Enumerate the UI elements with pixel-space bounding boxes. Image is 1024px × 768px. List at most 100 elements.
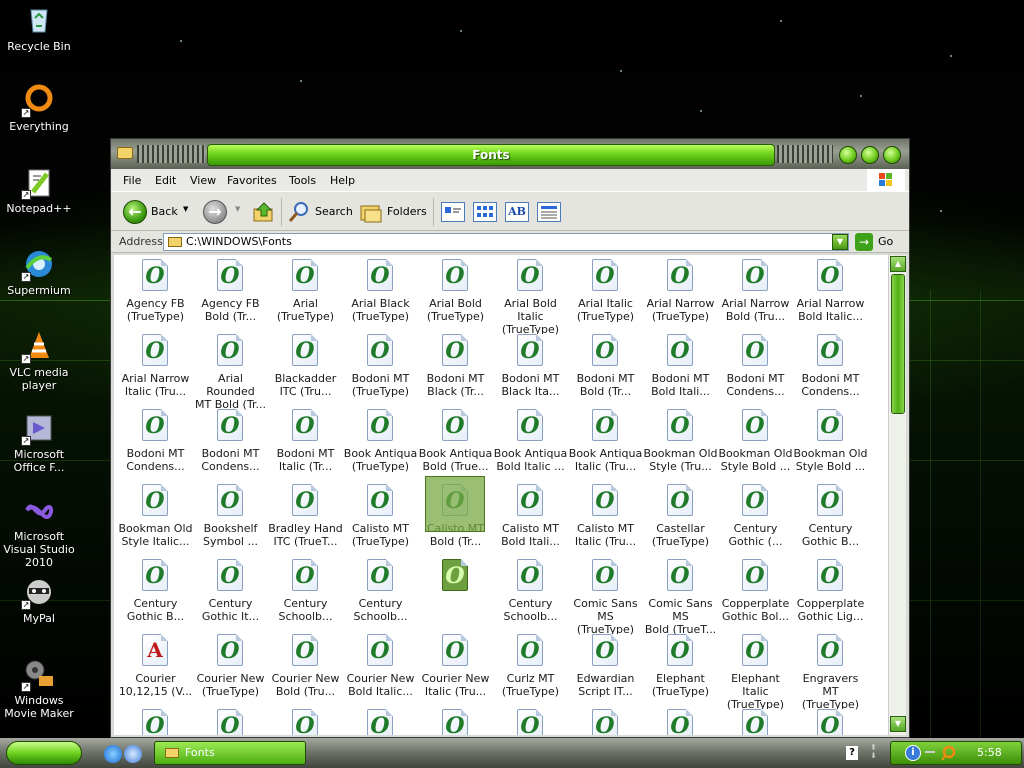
font-file-item[interactable]: O Century Schoolb... (343, 557, 418, 632)
font-file-item[interactable]: O Arial Bold (TrueType) (418, 257, 493, 332)
desktop-icon-everything[interactable]: ↗ Everything (0, 84, 78, 133)
font-file-item[interactable]: O (643, 707, 718, 735)
font-file-item[interactable]: O Arial Narrow Bold (Tru... (718, 257, 793, 332)
font-file-item[interactable]: O Bodoni MT Black Ita... (493, 332, 568, 407)
font-file-item[interactable]: O Courier New Bold (Tru... (268, 632, 343, 707)
view-details-button[interactable] (537, 202, 561, 222)
font-file-item[interactable]: O Bodoni MT Condens... (718, 332, 793, 407)
font-file-item[interactable]: O Comic Sans MS Bold (TrueT... (643, 557, 718, 636)
font-file-item[interactable]: O Bookman Old Style Italic... (118, 482, 193, 557)
font-file-item[interactable]: O Bodoni MT (TrueType) (343, 332, 418, 407)
minimize-button[interactable] (839, 146, 857, 164)
view-list-button[interactable] (473, 202, 497, 222)
taskbar-item-fonts[interactable]: Fonts (154, 741, 306, 765)
font-file-item[interactable]: O Century Gothic B... (793, 482, 868, 557)
font-file-item[interactable]: O Arial (TrueType) (268, 257, 343, 332)
font-file-item[interactable]: O Copperplate Gothic Lig... (793, 557, 868, 632)
font-file-item[interactable]: O (568, 707, 643, 735)
scroll-thumb[interactable] (891, 274, 905, 414)
menu-help[interactable]: Help (330, 174, 355, 187)
font-file-item[interactable]: O Blackadder ITC (Tru... (268, 332, 343, 407)
font-file-item[interactable]: O (193, 707, 268, 735)
address-dropdown-icon[interactable]: ▼ (832, 234, 848, 250)
font-file-item[interactable]: O Bodoni MT Italic (Tr... (268, 407, 343, 482)
font-file-item[interactable]: O Bookman Old Style Bold ... (793, 407, 868, 482)
address-field[interactable]: C:\WINDOWS\Fonts (163, 233, 849, 251)
font-file-item[interactable]: O (418, 707, 493, 735)
font-file-item[interactable]: O Elephant (TrueType) (643, 632, 718, 707)
font-file-item[interactable]: O Arial Narrow (TrueType) (643, 257, 718, 332)
go-button-label[interactable]: Go (878, 235, 893, 248)
font-file-item[interactable]: O Arial Narrow Bold Italic... (793, 257, 868, 332)
font-file-item[interactable]: O (718, 707, 793, 735)
font-file-item[interactable]: O Arial Bold Italic (TrueType) (493, 257, 568, 336)
tray-chevron-icon[interactable]: ⇞ ⇟ (870, 744, 877, 760)
font-file-item[interactable]: O (493, 707, 568, 735)
desktop-icon-movie-maker[interactable]: ↗ Windows Movie Maker (0, 658, 78, 720)
font-file-item[interactable]: O Bookman Old Style (Tru... (643, 407, 718, 482)
maximize-button[interactable] (861, 146, 879, 164)
menu-view[interactable]: View (190, 174, 216, 187)
font-file-item[interactable]: O (118, 707, 193, 735)
internet-explorer-icon[interactable] (104, 745, 122, 763)
font-file-item[interactable]: O Calisto MT Italic (Tru... (568, 482, 643, 557)
desktop-icon-notepad-plus-plus[interactable]: ↗ Notepad++ (0, 166, 78, 215)
view-large-icons-button[interactable] (441, 202, 465, 222)
font-file-item[interactable]: O Arial Black (TrueType) (343, 257, 418, 332)
desktop-icon-supermium[interactable]: ↗ Supermium (0, 248, 78, 297)
vertical-scrollbar[interactable]: ▲ ▼ (888, 255, 906, 735)
title-bar[interactable]: Fonts (111, 139, 909, 169)
desktop-icon-office[interactable]: ↗ Microsoft Office F... (0, 412, 78, 474)
scroll-down-icon[interactable]: ▼ (890, 716, 906, 732)
help-icon[interactable]: ? (846, 746, 858, 760)
ie-quick-launch-icon[interactable] (124, 745, 142, 763)
close-button[interactable] (883, 146, 901, 164)
font-file-item[interactable]: A Courier 10,12,15 (V... (118, 632, 193, 707)
font-file-item[interactable]: O Bodoni MT Black (Tr... (418, 332, 493, 407)
scroll-up-icon[interactable]: ▲ (890, 256, 906, 272)
font-file-item[interactable]: O Bodoni MT Bold (Tr... (568, 332, 643, 407)
font-file-item[interactable]: O Elephant Italic (TrueType) (718, 632, 793, 711)
font-list-view[interactable]: O Agency FB (TrueType) O Agency FB Bold (Tr..… (114, 255, 888, 735)
font-file-item[interactable]: O Bradley Hand ITC (TrueT... (268, 482, 343, 557)
font-file-item[interactable]: O Engravers MT (TrueType) (793, 632, 868, 711)
font-file-item[interactable]: O Century Schoolb... (493, 557, 568, 632)
view-similarity-button[interactable]: AB (505, 202, 529, 222)
font-file-item[interactable]: O (418, 557, 493, 632)
everything-tray-icon[interactable] (941, 745, 957, 761)
start-button[interactable] (6, 741, 82, 765)
font-file-item[interactable]: O Bodoni MT Condens... (193, 407, 268, 482)
info-icon[interactable]: i (905, 745, 921, 761)
search-button[interactable]: Search (287, 199, 353, 225)
font-file-item[interactable]: O Century Gothic B... (118, 557, 193, 632)
font-file-item[interactable]: O Book Antiqua Bold (True... (418, 407, 493, 482)
font-file-item[interactable]: O Book Antiqua (TrueType) (343, 407, 418, 482)
font-file-item[interactable]: O Courier New Italic (Tru... (418, 632, 493, 707)
font-file-item[interactable]: O Agency FB (TrueType) (118, 257, 193, 332)
font-file-item[interactable]: O Book Antiqua Italic (Tru... (568, 407, 643, 482)
font-file-item[interactable]: O Book Antiqua Bold Italic ... (493, 407, 568, 482)
desktop-icon-vlc[interactable]: ↗ VLC media player (0, 330, 78, 392)
up-folder-button[interactable] (251, 199, 277, 225)
font-file-item[interactable]: O Century Schoolb... (268, 557, 343, 632)
font-file-item[interactable]: O Edwardian Script IT... (568, 632, 643, 707)
menu-file[interactable]: File (123, 174, 141, 187)
desktop-icon-visual-studio[interactable]: Microsoft Visual Studio 2010 (0, 494, 78, 569)
font-file-item[interactable]: O Arial Italic (TrueType) (568, 257, 643, 332)
menu-favorites[interactable]: Favorites (227, 174, 277, 187)
folders-button[interactable]: Folders (359, 199, 429, 225)
font-file-item[interactable]: O Castellar (TrueType) (643, 482, 718, 557)
font-file-item[interactable]: O Calisto MT (TrueType) (343, 482, 418, 557)
menu-tools[interactable]: Tools (289, 174, 316, 187)
font-file-item[interactable]: O Arial Narrow Italic (Tru... (118, 332, 193, 407)
font-file-item[interactable]: O Bodoni MT Condens... (118, 407, 193, 482)
font-file-item[interactable]: O (268, 707, 343, 735)
font-file-item[interactable]: O Century Gothic (... (718, 482, 793, 557)
font-file-item[interactable]: O Arial Rounded MT Bold (Tr... (193, 332, 268, 411)
font-file-item[interactable]: O Courier New (TrueType) (193, 632, 268, 707)
font-file-item[interactable]: O Bodoni MT Condens... (793, 332, 868, 407)
back-button[interactable]: ← Back ▼ (123, 199, 189, 225)
font-file-item[interactable]: O (793, 707, 868, 735)
font-file-item[interactable]: O Bookshelf Symbol ... (193, 482, 268, 557)
font-file-item[interactable]: O Curlz MT (TrueType) (493, 632, 568, 707)
